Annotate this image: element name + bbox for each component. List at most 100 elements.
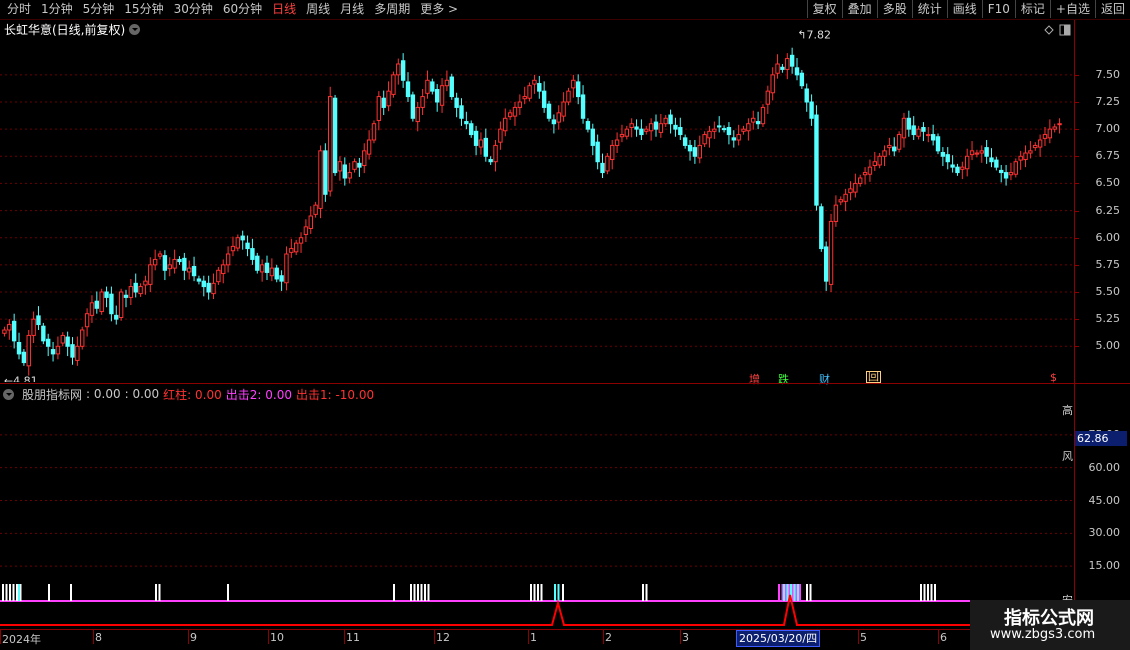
indicator-bar [540, 584, 543, 601]
indicator-bar [806, 584, 808, 601]
candle-body [94, 300, 100, 309]
panel-separator[interactable] [0, 383, 1130, 384]
candle-body [682, 137, 688, 146]
candle-body [245, 242, 250, 250]
month-label: 8 [95, 631, 102, 644]
month-label: 3 [682, 631, 689, 644]
candle-body [862, 172, 868, 176]
candle-body [366, 139, 372, 155]
candle-body [930, 134, 936, 141]
candle-body [969, 150, 975, 156]
toolbar-action-5[interactable]: F10 [981, 0, 1015, 18]
candle-body [955, 166, 960, 174]
indicator-bar [799, 584, 801, 601]
candle-body [600, 162, 605, 174]
indicator-value-1: : 0.00 [86, 387, 121, 401]
period-tab-10[interactable]: 更多 > [415, 2, 463, 17]
period-tabs: 分时 1分钟 5分钟 15分钟 30分钟 60分钟 日线 周线 月线 多周期 更多 > [2, 2, 463, 17]
price-chart[interactable]: ↰7.82 ←4.81 [0, 20, 1074, 382]
month-label: 9 [190, 631, 197, 644]
toolbar-action-2[interactable]: 多股 [876, 0, 912, 18]
toolbar-action-6[interactable]: 标记 [1014, 0, 1050, 18]
period-tab-1[interactable]: 1分钟 [36, 2, 78, 17]
period-tab-4[interactable]: 30分钟 [169, 2, 218, 17]
candle-body [216, 269, 221, 283]
indicator-chuji2: 出击2: 0.00 [225, 387, 292, 402]
candle-body [7, 324, 12, 331]
candle-body [298, 237, 304, 244]
candle-body [746, 123, 751, 132]
candle-body [118, 291, 124, 319]
candle-body [439, 85, 445, 106]
candle-body [775, 63, 780, 74]
candle-body [726, 127, 732, 136]
candle-body [469, 123, 474, 136]
candle-body [250, 248, 255, 260]
indicator-bar [2, 584, 4, 601]
period-tab-6[interactable]: 日线 [267, 2, 301, 17]
mark-high: 高 [1062, 404, 1073, 417]
candle-body [347, 172, 352, 179]
period-tab-3[interactable]: 15分钟 [119, 2, 168, 17]
candle-body [293, 242, 299, 253]
candle-body [425, 79, 430, 94]
toolbar-action-1[interactable]: 叠加 [841, 0, 877, 18]
period-tab-5[interactable]: 60分钟 [218, 2, 267, 17]
candle-body [678, 127, 683, 136]
indicator-bar [557, 584, 560, 601]
indicator-chart[interactable] [0, 402, 1074, 629]
candle-body [770, 74, 775, 94]
candle-body [138, 286, 143, 295]
candle-body [789, 54, 795, 67]
candle-body [449, 76, 454, 98]
candle-body [541, 90, 547, 108]
indicator-header: 股朋指标网 : 0.00 : 0.00 红柱: 0.00 出击2: 0.00 出… [0, 386, 378, 402]
candle-body [736, 134, 741, 141]
toolbar-action-8[interactable]: 返回 [1094, 0, 1130, 18]
period-tab-2[interactable]: 5分钟 [78, 2, 120, 17]
candle-body [182, 257, 187, 271]
month-tick [938, 630, 939, 644]
candle-body [152, 258, 158, 266]
candle-body [221, 264, 226, 275]
candle-body [828, 220, 834, 285]
candle-body [84, 313, 90, 328]
candle-body [814, 114, 819, 206]
indicator-bar [9, 584, 11, 601]
indicator-bar [554, 584, 556, 601]
indicator-bar [5, 584, 8, 601]
candle-body [634, 126, 639, 130]
candle-body [478, 139, 484, 148]
axis-divider [1074, 20, 1075, 630]
candle-body [289, 248, 294, 253]
month-tick [603, 630, 604, 644]
period-tab-7[interactable]: 周线 [301, 2, 335, 17]
indicator-dropdown-icon[interactable] [3, 388, 14, 400]
candle-body [148, 264, 153, 285]
period-tab-8[interactable]: 月线 [335, 2, 369, 17]
period-tab-9[interactable]: 多周期 [369, 2, 415, 17]
candle-body [473, 130, 479, 146]
candle-body [274, 267, 279, 280]
candle-body [780, 66, 785, 70]
toolbar-action-3[interactable]: 统计 [911, 0, 947, 18]
candle-body [507, 112, 513, 118]
toolbar-action-4[interactable]: 画线 [946, 0, 982, 18]
candle-body [833, 204, 839, 222]
candle-body [1018, 155, 1023, 161]
top-toolbar: 分时 1分钟 5分钟 15分钟 30分钟 60分钟 日线 周线 月线 多周期 更多 > 复权 叠加 多股… [0, 0, 1130, 20]
candle-body [318, 150, 323, 209]
candle-body [503, 117, 508, 132]
candle-body [916, 128, 921, 137]
toolbar-action-0[interactable]: 复权 [806, 0, 842, 18]
candle-body [848, 188, 853, 194]
toolbar-action-7[interactable]: +自选 [1049, 0, 1095, 18]
month-label: 5 [860, 631, 867, 644]
candle-body [556, 112, 561, 123]
indicator-bar [778, 584, 780, 601]
period-tab-0[interactable]: 分时 [2, 2, 36, 17]
candle-body [522, 96, 527, 100]
candle-body [585, 121, 591, 130]
candle-body [751, 117, 756, 123]
candle-body [357, 162, 362, 168]
